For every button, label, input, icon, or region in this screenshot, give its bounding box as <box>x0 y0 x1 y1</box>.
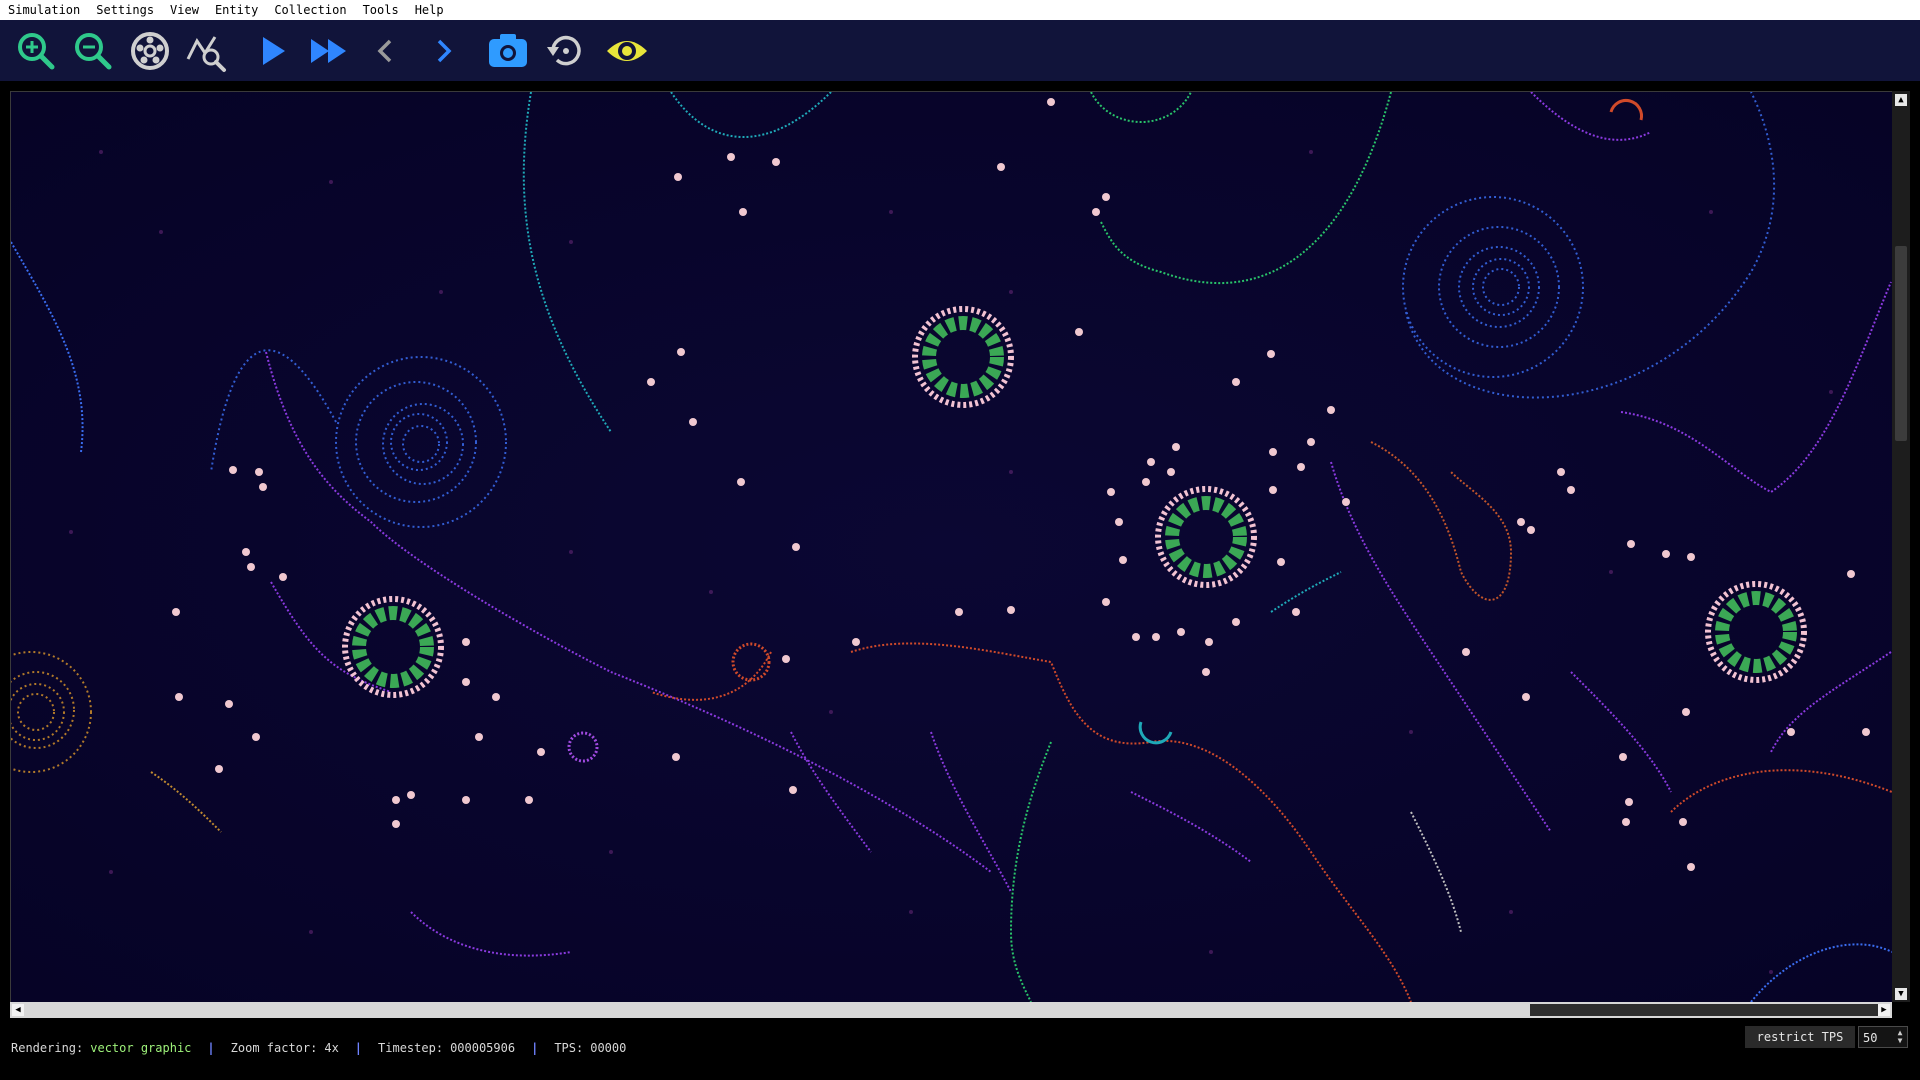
toolbar <box>0 20 1920 81</box>
restore-icon <box>547 35 581 65</box>
menu-simulation[interactable]: Simulation <box>0 0 88 20</box>
fast-forward-icon <box>311 38 346 63</box>
rendering-label: Rendering: <box>11 1041 84 1055</box>
timestep-label: Timestep: <box>378 1041 444 1055</box>
auto-zoom-button[interactable] <box>126 27 174 75</box>
scroll-left-icon[interactable]: ◀ <box>12 1004 24 1016</box>
zoom-factor-value: 4x <box>324 1041 339 1055</box>
restrict-tps-button[interactable]: restrict TPS <box>1745 1026 1855 1048</box>
horizontal-scrollbar[interactable]: ◀ ▶ <box>10 1002 1892 1018</box>
status-separator: | <box>531 1041 539 1055</box>
wheel-icon <box>131 31 169 70</box>
menu-tools[interactable]: Tools <box>355 0 407 20</box>
tps-label: TPS: <box>554 1041 584 1055</box>
menu-help[interactable]: Help <box>407 0 452 20</box>
status-separator: | <box>207 1041 215 1055</box>
zoom-in-icon <box>18 32 55 69</box>
zoom-in-button[interactable] <box>12 27 60 75</box>
snapshot-button[interactable] <box>484 27 532 75</box>
rendering-value: vector graphic <box>90 1041 192 1055</box>
scroll-right-icon[interactable]: ▶ <box>1878 1004 1890 1016</box>
zoom-factor-label: Zoom factor: <box>230 1041 318 1055</box>
simulation-canvas[interactable] <box>11 92 1892 1002</box>
search-chart-icon <box>186 35 226 72</box>
fast-forward-button[interactable] <box>305 27 353 75</box>
run-button[interactable] <box>248 27 296 75</box>
zoom-out-icon <box>75 32 112 69</box>
zoom-out-button[interactable] <box>69 27 117 75</box>
scrollbar-corner <box>1892 1002 1910 1018</box>
vertical-scrollbar[interactable]: ▲ ▼ <box>1892 91 1910 1002</box>
status-separator: | <box>354 1041 363 1055</box>
spin-down-icon[interactable]: ▼ <box>1895 1037 1905 1045</box>
timestep-value: 000005906 <box>450 1041 516 1055</box>
status-bar: Rendering: vector graphic | Zoom factor:… <box>0 1024 1920 1072</box>
scroll-up-icon[interactable]: ▲ <box>1895 94 1907 106</box>
menu-entity[interactable]: Entity <box>207 0 266 20</box>
rendering-toggle-button[interactable] <box>603 27 651 75</box>
tps-limit-value: 50 <box>1863 1031 1878 1045</box>
chevron-left-icon <box>377 39 392 62</box>
tps-limit-spinbox[interactable]: 50 ▲ ▼ <box>1858 1026 1908 1048</box>
restore-button[interactable] <box>541 27 589 75</box>
vertical-scroll-thumb[interactable] <box>1895 246 1907 441</box>
scroll-down-icon[interactable]: ▼ <box>1895 988 1907 1000</box>
step-forward-button[interactable] <box>419 27 467 75</box>
menu-collection[interactable]: Collection <box>266 0 354 20</box>
camera-icon <box>489 33 527 67</box>
menu-view[interactable]: View <box>162 0 207 20</box>
horizontal-scroll-thumb[interactable] <box>1530 1004 1880 1016</box>
chevron-right-icon <box>437 39 452 62</box>
play-icon <box>263 36 285 65</box>
menu-bar: Simulation Settings View Entity Collecti… <box>0 0 1920 20</box>
tps-value: 00000 <box>590 1041 627 1055</box>
search-pattern-button[interactable] <box>183 27 231 75</box>
eye-icon <box>607 40 647 61</box>
simulation-view[interactable] <box>10 91 1893 1003</box>
spin-arrows-icon[interactable]: ▲ ▼ <box>1895 1029 1905 1045</box>
step-back-button[interactable] <box>362 27 410 75</box>
menu-settings[interactable]: Settings <box>88 0 162 20</box>
